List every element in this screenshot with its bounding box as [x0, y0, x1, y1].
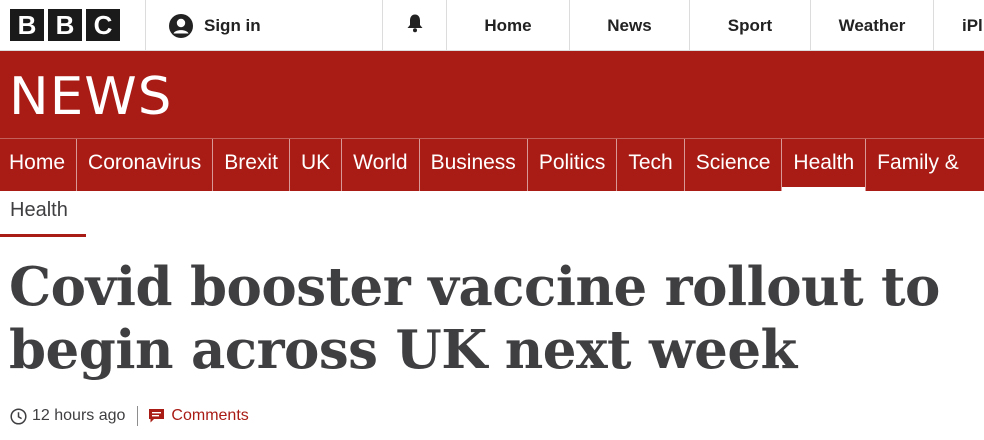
article-headline: Covid booster vaccine rollout to begin a… — [9, 256, 940, 381]
section-nav-business[interactable]: Business — [420, 139, 528, 191]
top-nav-iplayer[interactable]: iPl — [934, 0, 984, 50]
section-nav-tech[interactable]: Tech — [617, 139, 685, 191]
section-nav-health[interactable]: Health — [782, 139, 867, 191]
user-icon — [168, 13, 194, 39]
section-nav-politics[interactable]: Politics — [528, 139, 618, 191]
bbc-logo-letter: C — [86, 9, 120, 41]
sign-in-link[interactable]: Sign in — [146, 0, 382, 50]
section-nav-home[interactable]: Home — [0, 139, 78, 191]
global-nav: B B C Sign in Home News Sport Weather iP… — [0, 0, 984, 51]
bbc-logo-letter: B — [48, 9, 82, 41]
notifications-button[interactable] — [383, 0, 446, 50]
section-nav-world[interactable]: World — [342, 139, 420, 191]
sign-in-label: Sign in — [204, 15, 261, 35]
meta-divider — [137, 406, 139, 426]
comments-label: Comments — [171, 407, 249, 424]
news-logo[interactable]: NEWS — [9, 61, 172, 133]
article-timestamp: 12 hours ago — [32, 407, 126, 424]
clock-icon — [10, 407, 27, 425]
top-nav-weather[interactable]: Weather — [811, 0, 933, 50]
section-nav-brexit[interactable]: Brexit — [213, 139, 290, 191]
section-nav-science[interactable]: Science — [685, 139, 783, 191]
comment-icon — [148, 408, 165, 424]
section-link[interactable]: Health — [10, 199, 68, 222]
comments-link[interactable]: Comments — [148, 407, 249, 425]
section-nav-uk[interactable]: UK — [290, 139, 343, 191]
section-nav-family[interactable]: Family & — [866, 139, 970, 191]
news-banner: NEWS Home Coronavirus Brexit UK World Bu… — [0, 51, 984, 191]
section-nav: Home Coronavirus Brexit UK World Busines… — [0, 139, 984, 191]
bbc-logo-letter: B — [10, 9, 44, 41]
top-nav-home[interactable]: Home — [447, 0, 569, 50]
top-nav-sport[interactable]: Sport — [690, 0, 810, 50]
top-nav-news[interactable]: News — [570, 0, 689, 50]
bbc-logo[interactable]: B B C — [10, 9, 120, 41]
article-meta: 12 hours ago Comments — [10, 404, 249, 428]
section-underline — [0, 234, 86, 237]
section-nav-coronavirus[interactable]: Coronavirus — [77, 139, 214, 191]
bell-icon — [406, 13, 424, 38]
